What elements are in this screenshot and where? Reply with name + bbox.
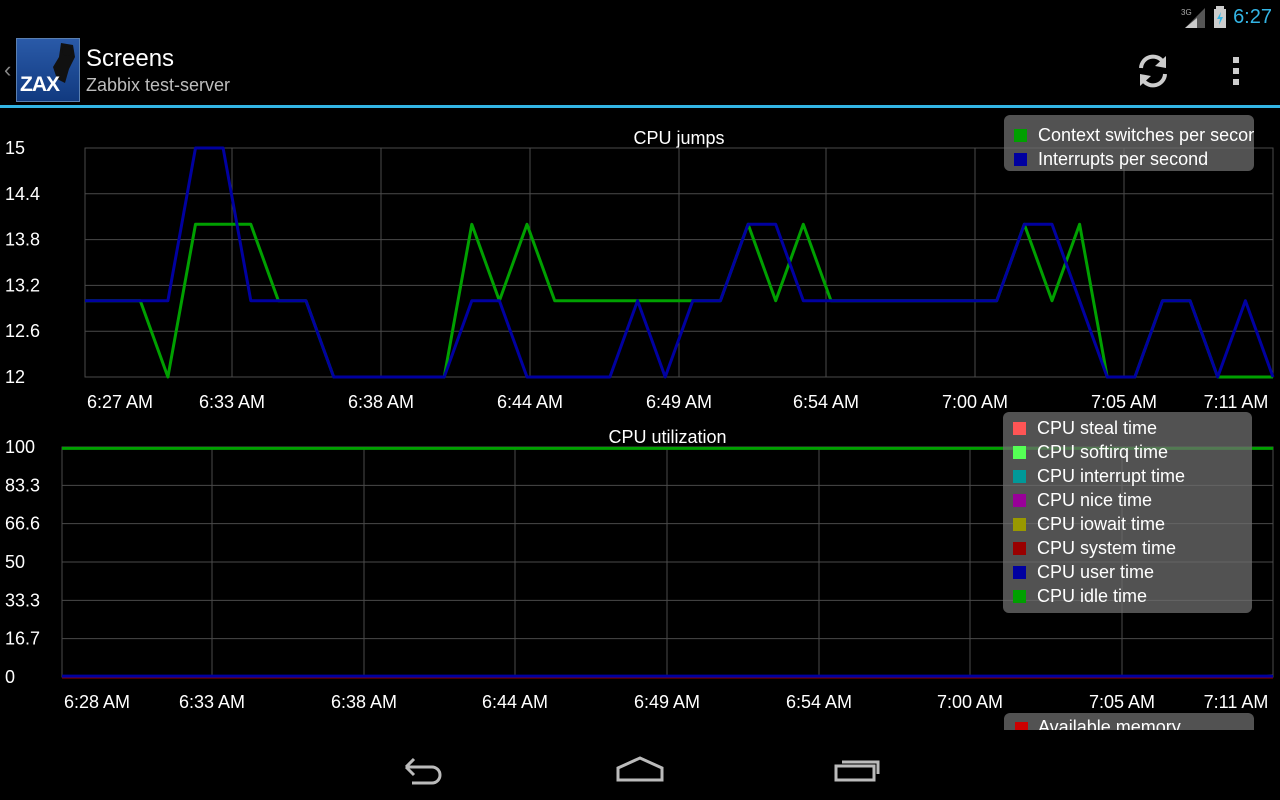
y-tick-label: 100 <box>5 437 35 457</box>
y-tick-label: 83.3 <box>5 475 40 495</box>
x-tick-label: 6:44 AM <box>482 692 548 712</box>
legend-label-available-memory: Available memory <box>1038 717 1181 730</box>
x-tick-label: 7:05 AM <box>1089 692 1155 712</box>
action-bar-divider <box>0 105 1280 108</box>
legend-label: Context switches per secon <box>1038 124 1254 145</box>
legend-swatch <box>1014 128 1027 142</box>
chart-title: CPU utilization <box>608 427 726 447</box>
y-tick-label: 14.4 <box>5 184 40 204</box>
network-type: 3G <box>1181 8 1192 17</box>
legend-swatch <box>1013 469 1026 483</box>
legend-label: CPU user time <box>1037 561 1155 582</box>
legend-label: CPU nice time <box>1037 489 1153 510</box>
recents-icon[interactable] <box>830 748 886 788</box>
legend-item-interrupts-per-second: Interrupts per second <box>1014 147 1208 171</box>
status-clock: 6:27 <box>1233 5 1272 28</box>
y-tick-label: 12 <box>5 367 25 387</box>
home-icon[interactable] <box>612 748 668 788</box>
legend-label: CPU steal time <box>1037 417 1158 438</box>
page-subtitle: Zabbix test-server <box>86 75 231 95</box>
legend-label: CPU softirq time <box>1037 441 1169 462</box>
legend-swatch <box>1013 565 1026 579</box>
y-tick-label: 12.6 <box>5 321 40 341</box>
x-tick-label: 7:00 AM <box>937 692 1003 712</box>
logo-text: ZAX <box>20 73 60 96</box>
overflow-menu-icon[interactable] <box>1218 48 1258 94</box>
x-tick-label: 6:54 AM <box>793 392 859 412</box>
cpu-utilization-chart: CPU utilization 100 83.3 66.6 50 33.3 16.7 0 6:2… <box>0 412 1280 730</box>
x-tick-label: 6:28 AM <box>64 692 130 712</box>
page-title: Screens <box>86 45 175 72</box>
y-tick-label: 13.2 <box>5 275 40 295</box>
x-tick-label: 7:00 AM <box>942 392 1008 412</box>
x-tick-label: 6:33 AM <box>199 392 265 412</box>
legend-swatch <box>1013 493 1026 507</box>
y-tick-label: 15 <box>5 138 25 158</box>
legend-swatch <box>1013 517 1026 531</box>
legend-item-cpu-system-time: CPU system time <box>1013 536 1176 560</box>
memory-chart-legend: Available memory <box>1004 713 1254 730</box>
legend-swatch <box>1013 421 1026 435</box>
legend-label: CPU idle time <box>1037 585 1148 606</box>
back-icon[interactable] <box>396 748 452 788</box>
x-tick-label: 7:05 AM <box>1091 392 1157 412</box>
legend-swatch <box>1013 541 1026 555</box>
legend-item-cpu-iowait-time: CPU iowait time <box>1013 512 1165 536</box>
cpu-jumps-chart: CPU jumps 15 14.4 13.8 13.2 12.6 12 6:27 AM 6:33… <box>0 110 1280 415</box>
x-tick-label: 6:44 AM <box>497 392 563 412</box>
x-tick-label: 6:38 AM <box>348 392 414 412</box>
x-tick-label: 6:49 AM <box>646 392 712 412</box>
legend-label: CPU iowait time <box>1037 513 1166 534</box>
legend-swatch <box>1013 445 1026 459</box>
legend-item-cpu-steal-time: CPU steal time <box>1013 416 1157 440</box>
legend-label: CPU system time <box>1037 537 1177 558</box>
legend-item-context-switches-per-secon: Context switches per secon <box>1014 123 1254 147</box>
chart-title: CPU jumps <box>633 128 724 148</box>
y-tick-label: 66.6 <box>5 514 40 534</box>
y-tick-label: 0 <box>5 667 15 687</box>
signal-icon: 3G <box>1181 8 1206 28</box>
legend-item-cpu-nice-time: CPU nice time <box>1013 488 1152 512</box>
legend-swatch <box>1015 722 1028 730</box>
legend-swatch <box>1013 589 1026 603</box>
x-tick-label: 7:11 AM <box>1204 692 1269 712</box>
legend-item-cpu-user-time: CPU user time <box>1013 560 1154 584</box>
legend-item-cpu-softirq-time: CPU softirq time <box>1013 440 1168 464</box>
y-tick-label: 33.3 <box>5 590 40 610</box>
cpu-utilization-legend: CPU steal time CPU softirq time CPU interr… <box>1003 412 1252 613</box>
x-tick-label: 6:27 AM <box>87 392 153 412</box>
refresh-icon[interactable] <box>1130 48 1176 94</box>
legend-item-cpu-idle-time: CPU idle time <box>1013 584 1147 608</box>
x-tick-label: 6:49 AM <box>634 692 700 712</box>
x-tick-label: 6:54 AM <box>786 692 852 712</box>
up-caret-icon[interactable]: ‹ <box>4 57 11 83</box>
app-logo-icon[interactable]: ZAX <box>16 38 80 102</box>
legend-label: Interrupts per second <box>1038 148 1209 169</box>
y-tick-label: 13.8 <box>5 230 40 250</box>
x-tick-label: 6:38 AM <box>331 692 397 712</box>
y-tick-label: 50 <box>5 552 25 572</box>
y-tick-label: 16.7 <box>5 629 40 649</box>
status-bar: 3G 6:27 <box>0 0 1280 33</box>
legend-item-cpu-interrupt-time: CPU interrupt time <box>1013 464 1185 488</box>
legend-label: CPU interrupt time <box>1037 465 1186 486</box>
battery-icon <box>1214 6 1227 28</box>
cpu-jumps-legend: Context switches per secon Interrupts per… <box>1004 115 1254 171</box>
x-tick-label: 7:11 AM <box>1204 392 1269 412</box>
legend-swatch <box>1014 152 1027 166</box>
x-tick-label: 6:33 AM <box>179 692 245 712</box>
